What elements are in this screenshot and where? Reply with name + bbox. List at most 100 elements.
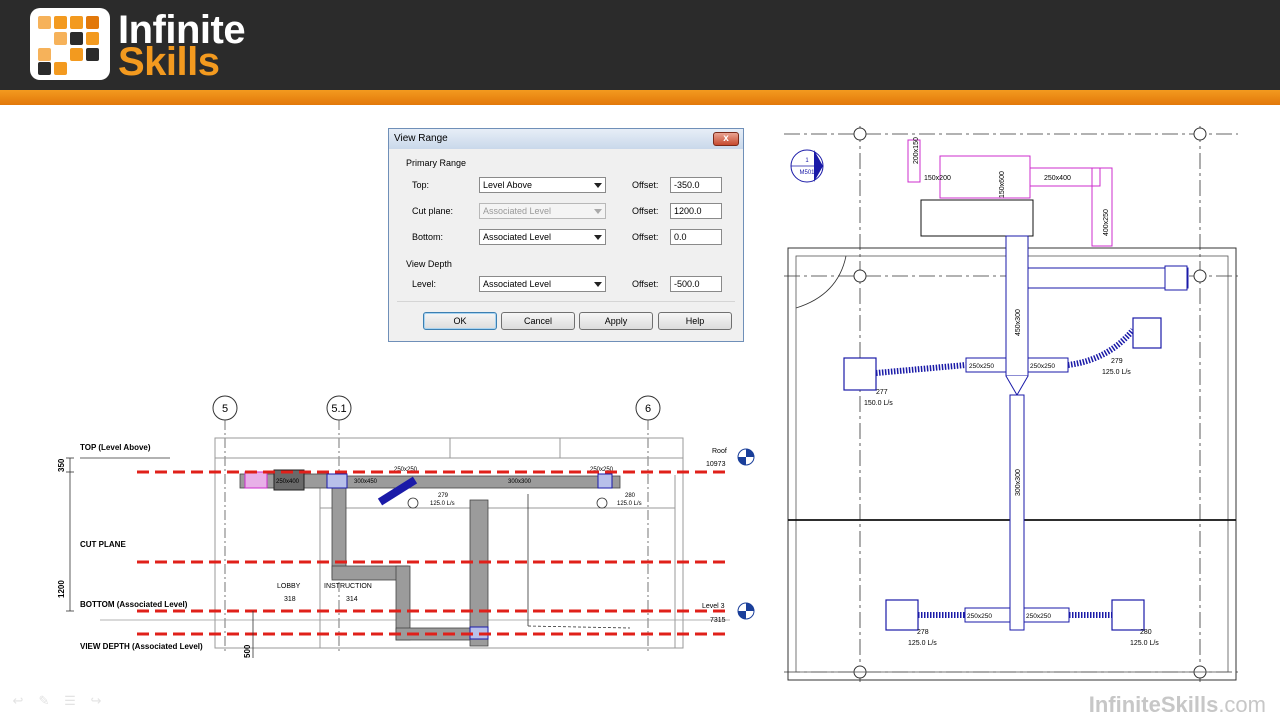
grid-node <box>853 269 867 283</box>
duct-main-vertical-upper <box>1005 235 1029 377</box>
duct-tag-250x250-a: 250x250 <box>969 363 994 370</box>
watermark-domain: .com <box>1218 692 1266 717</box>
brand-watermark: InfiniteSkills.com <box>1089 692 1266 718</box>
duct-magenta-b <box>939 155 1031 199</box>
duct-tag-300x300: 300x300 <box>1015 469 1022 496</box>
chevron-down-icon <box>594 235 602 240</box>
terminal-tag-279: 279 <box>438 493 449 499</box>
hanger-dash <box>527 625 631 629</box>
terminal-280 <box>1111 599 1145 631</box>
back-arrow-icon[interactable]: ↩ <box>10 694 26 708</box>
top-offset-input[interactable]: -350.0 <box>670 177 722 193</box>
dimension-500: 500 <box>243 644 252 658</box>
grid-label-6: 6 <box>645 403 651 415</box>
duct-transition <box>1005 375 1029 396</box>
duct-tag-150x600: 150x600 <box>999 171 1006 198</box>
dimension-350: 350 <box>57 458 66 472</box>
bottom-level-select[interactable]: Associated Level <box>479 229 606 245</box>
brand-word-skills: Skills <box>118 40 220 84</box>
chevron-down-icon <box>594 282 602 287</box>
terminal-278 <box>885 599 919 631</box>
forward-arrow-icon[interactable]: ↪ <box>88 694 104 708</box>
duct-elbow-top <box>1164 265 1188 291</box>
terminal-tag-279: 279 <box>1111 358 1123 365</box>
apply-button[interactable]: Apply <box>579 312 653 330</box>
bottom-plane-label: BOTTOM (Associated Level) <box>80 600 188 609</box>
bottom-offset-input[interactable]: 0.0 <box>670 229 722 245</box>
duct-riser-c <box>469 499 489 647</box>
duct-fitting-blue-b <box>597 473 613 489</box>
grid-node <box>1193 127 1207 141</box>
close-icon[interactable]: x <box>713 132 739 146</box>
level-name-roof: Roof <box>712 448 727 455</box>
view-depth-plane-label: VIEW DEPTH (Associated Level) <box>80 642 203 651</box>
header-accent-stripe <box>0 90 1280 105</box>
terminal-flow-280: 125.0 L/s <box>1130 640 1159 647</box>
ok-button[interactable]: OK <box>423 312 497 330</box>
duct-tag-d: 300x300 <box>508 479 532 485</box>
chevron-down-icon <box>594 209 602 214</box>
level-elev-3: 7315 <box>710 617 726 624</box>
duct-main-vertical-lower <box>1009 394 1025 631</box>
terminal-277 <box>843 357 877 391</box>
duct-main-run <box>339 475 621 489</box>
dialog-divider <box>397 301 735 302</box>
view-range-dialog: View Range x Primary Range Top: Level Ab… <box>388 128 744 342</box>
top-plane-label: TOP (Level Above) <box>80 443 151 452</box>
cut-plane-label: CUT PLANE <box>80 540 126 549</box>
dialog-title: View Range <box>394 133 448 144</box>
section-view-drawing: 5 5.1 6 250x400 300x450 250x250 300x300 … <box>57 395 755 658</box>
cancel-button[interactable]: Cancel <box>501 312 575 330</box>
room-number-lobby: 318 <box>284 596 296 603</box>
menu-icon[interactable]: ☰ <box>62 694 78 708</box>
grid-node <box>853 127 867 141</box>
duct-tag-150x200: 150x200 <box>924 175 951 182</box>
grid-label-5-1: 5.1 <box>331 403 346 415</box>
top-level-select[interactable]: Level Above <box>479 177 606 193</box>
duct-tag-450x300: 450x300 <box>1015 309 1022 336</box>
level-name-3: Level 3 <box>702 603 725 610</box>
flex-duct-279 <box>1067 328 1136 368</box>
cut-plane-select: Associated Level <box>479 203 606 219</box>
dialog-titlebar[interactable]: View Range x <box>389 129 743 149</box>
terminal-flow-278: 125.0 L/s <box>908 640 937 647</box>
terminal-279 <box>1132 317 1162 349</box>
duct-riser-a <box>331 487 347 579</box>
view-depth-offset-label: Offset: <box>632 279 659 289</box>
dimension-1200: 1200 <box>57 580 66 598</box>
bottom-label: Bottom: <box>412 232 444 242</box>
view-depth-level-select[interactable]: Associated Level <box>479 276 606 292</box>
terminal-tag-280: 280 <box>625 493 636 499</box>
bottom-offset-label: Offset: <box>632 232 659 242</box>
terminal-icon-279 <box>407 497 419 509</box>
top-level-select-value: Level Above <box>483 180 533 190</box>
grid-label-5: 5 <box>222 403 228 415</box>
duct-tag-a: 250x400 <box>276 479 300 485</box>
duct-tag-400x250: 400x250 <box>1103 209 1110 236</box>
primary-range-group-label: Primary Range <box>406 158 467 168</box>
top-offset-label: Offset: <box>632 180 659 190</box>
room-number-instruction: 314 <box>346 596 358 603</box>
view-depth-level-select-value: Associated Level <box>483 279 552 289</box>
cut-plane-label: Cut plane: <box>412 206 454 216</box>
brand-logo-icon <box>30 8 110 80</box>
duct-tag-250x250-b: 250x250 <box>1030 363 1055 370</box>
view-depth-offset-input[interactable]: -500.0 <box>670 276 722 292</box>
duct-fitting-blue-a <box>326 473 348 489</box>
terminal-flow-280: 125.0 L/s <box>617 501 642 507</box>
level-elev-roof: 10973 <box>706 461 726 468</box>
terminal-flow-279: 125.0 L/s <box>430 501 455 507</box>
cut-plane-offset-label: Offset: <box>632 206 659 216</box>
floor-plan-drawing: 1 M501 200x150 150x200 150x600 250x400 4… <box>784 126 1238 685</box>
duct-tag-b: 300x450 <box>354 479 378 485</box>
top-label: Top: <box>412 180 430 190</box>
help-button[interactable]: Help <box>658 312 732 330</box>
pen-icon[interactable]: ✎ <box>36 694 52 708</box>
grid-node <box>1193 269 1207 283</box>
presentation-toolbar: ↩ ✎ ☰ ↪ <box>10 694 130 710</box>
duct-tag-250x250-c: 250x250 <box>967 613 992 620</box>
cut-plane-offset-input[interactable]: 1200.0 <box>670 203 722 219</box>
header-bar: Infinite Skills <box>0 0 1280 90</box>
cut-plane-select-value: Associated Level <box>483 206 552 216</box>
terminal-tag-280: 280 <box>1140 629 1152 636</box>
